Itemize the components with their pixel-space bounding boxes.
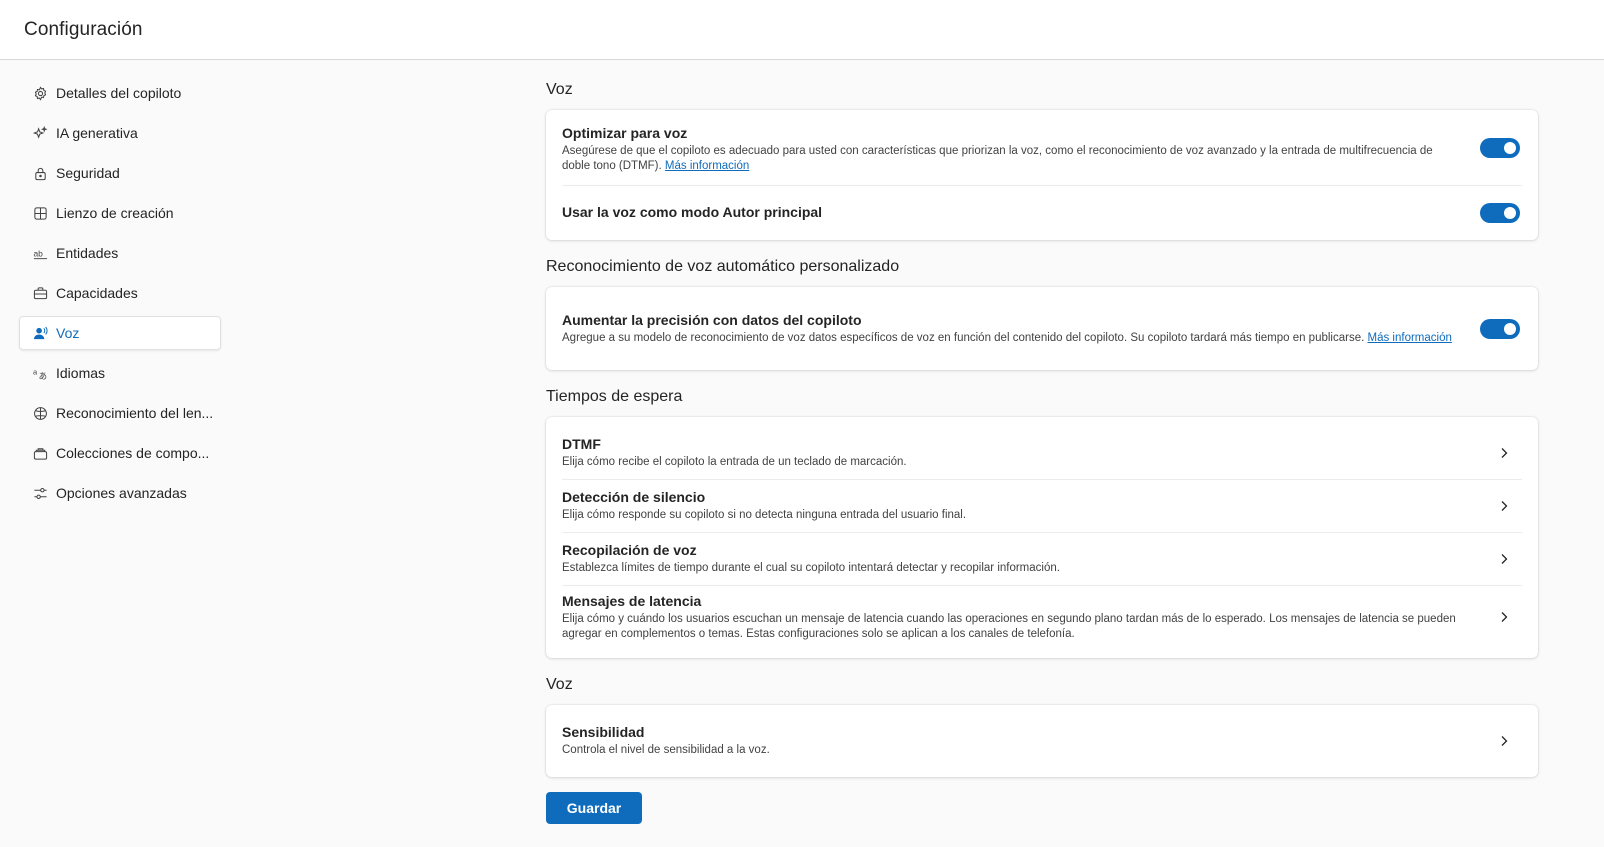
custom-asr-card: Aumentar la precisión con datos del copi… — [546, 287, 1538, 370]
timeout-title: DTMF — [562, 435, 601, 452]
sidebar-item-copilot-details[interactable]: Detalles del copiloto — [19, 76, 221, 110]
settings-sidebar: Detalles del copiloto IA generativa Segu… — [19, 76, 221, 516]
ab-icon: ab — [32, 245, 48, 261]
sidebar-item-label: Seguridad — [56, 165, 120, 181]
sidebar-item-capabilities[interactable]: Capacidades — [19, 276, 221, 310]
sidebar-item-label: Idiomas — [56, 365, 106, 381]
timeouts-card: DTMF Elija cómo recibe el copiloto la en… — [546, 417, 1538, 658]
brain-icon — [32, 405, 48, 421]
sidebar-item-language-recognition[interactable]: Reconocimiento del len... — [19, 396, 221, 430]
svg-text:ab: ab — [33, 248, 43, 258]
learn-more-link[interactable]: Más información — [665, 160, 749, 172]
sidebar-item-label: Detalles del copiloto — [56, 85, 182, 101]
sensitivity-desc: Controla el nivel de sensibilidad a la v… — [562, 744, 770, 756]
save-button[interactable]: Guardar — [546, 792, 642, 824]
page-title: Configuración — [24, 19, 143, 40]
sidebar-item-advanced-options[interactable]: Opciones avanzadas — [19, 476, 221, 510]
settings-main: Voz Optimizar para voz Asegúrese de que … — [546, 80, 1538, 824]
sensitivity-card: Sensibilidad Controla el nivel de sensib… — [546, 705, 1538, 777]
chevron-right-icon[interactable] — [1494, 549, 1514, 569]
sidebar-item-label: IA generativa — [56, 125, 138, 141]
author-mode-row: Usar la voz como modo Autor principal — [562, 185, 1522, 239]
timeout-row-silence[interactable]: Detección de silencio Elija cómo respond… — [562, 479, 1522, 532]
sliders-icon — [32, 485, 48, 501]
optimize-voice-toggle[interactable] — [1480, 137, 1520, 158]
sidebar-item-security[interactable]: Seguridad — [19, 156, 221, 190]
timeout-row-latency[interactable]: Mensajes de latencia Elija cómo y cuándo… — [562, 585, 1522, 648]
translate-icon: aあ — [32, 365, 48, 381]
timeout-desc: Establezca límites de tiempo durante el … — [562, 562, 1060, 574]
sidebar-item-label: Lienzo de creación — [56, 205, 174, 221]
gear-icon — [32, 85, 48, 101]
author-mode-toggle[interactable] — [1480, 202, 1520, 223]
sensitivity-title: Sensibilidad — [562, 724, 645, 740]
chevron-right-icon[interactable] — [1494, 443, 1514, 463]
collection-icon — [32, 445, 48, 461]
person-voice-icon — [32, 325, 48, 341]
timeout-title: Recopilación de voz — [562, 542, 697, 558]
timeout-row-dtmf[interactable]: DTMF Elija cómo recibe el copiloto la en… — [562, 426, 1522, 479]
section-title-custom-asr: Reconocimiento de voz automático persona… — [546, 258, 900, 275]
precision-toggle[interactable] — [1480, 318, 1520, 339]
timeout-desc: Elija cómo recibe el copiloto la entrada… — [562, 455, 907, 468]
chevron-right-icon[interactable] — [1494, 731, 1514, 751]
sidebar-item-label: Capacidades — [56, 285, 138, 301]
chevron-right-icon[interactable] — [1494, 607, 1514, 627]
timeout-title: Detección de silencio — [562, 489, 706, 505]
sparkle-icon — [32, 125, 48, 141]
optimize-voice-title: Optimizar para voz — [562, 125, 688, 141]
chevron-right-icon[interactable] — [1494, 496, 1514, 516]
sensitivity-row[interactable]: Sensibilidad Controla el nivel de sensib… — [562, 705, 1522, 777]
precision-title: Aumentar la precisión con datos del copi… — [562, 311, 862, 328]
sidebar-item-label: Voz — [56, 325, 80, 341]
optimize-voice-row: Optimizar para voz Asegúrese de que el c… — [562, 110, 1522, 185]
section-title-voice: Voz — [546, 81, 573, 98]
grid-icon — [32, 205, 48, 221]
page-header: Configuración — [0, 0, 1604, 60]
timeout-row-speech-collection[interactable]: Recopilación de voz Establezca límites d… — [562, 532, 1522, 585]
sidebar-item-label: Reconocimiento del len... — [56, 405, 214, 421]
section-title-timeouts: Tiempos de espera — [546, 388, 683, 405]
sidebar-item-label: Colecciones de compo... — [56, 445, 210, 461]
sidebar-item-languages[interactable]: aあ Idiomas — [19, 356, 221, 390]
sidebar-item-voice[interactable]: Voz — [19, 316, 221, 350]
precision-row: Aumentar la precisión con datos del copi… — [562, 287, 1522, 370]
author-mode-title: Usar la voz como modo Autor principal — [562, 204, 823, 220]
lock-icon — [32, 165, 48, 181]
timeout-desc: Elija cómo responde su copiloto si no de… — [562, 509, 967, 521]
sidebar-item-component-collections[interactable]: Colecciones de compo... — [19, 436, 221, 470]
sidebar-item-generative-ai[interactable]: IA generativa — [19, 116, 221, 150]
sidebar-item-entities[interactable]: ab Entidades — [19, 236, 221, 270]
sidebar-item-label: Opciones avanzadas — [56, 485, 187, 501]
learn-more-link[interactable]: Más información — [1368, 332, 1452, 344]
timeout-desc: Elija cómo y cuándo los usuarios escucha… — [562, 612, 1456, 640]
sidebar-item-authoring-canvas[interactable]: Lienzo de creación — [19, 196, 221, 230]
toggle-knob — [1504, 322, 1516, 335]
section-title-voice-sensitivity: Voz — [546, 676, 573, 693]
timeout-title: Mensajes de latencia — [562, 592, 702, 609]
svg-text:a: a — [33, 367, 38, 376]
svg-text:あ: あ — [38, 371, 46, 381]
optimize-voice-desc: Asegúrese de que el copiloto es adecuado… — [562, 145, 1433, 172]
toggle-knob — [1504, 206, 1516, 219]
toggle-knob — [1504, 141, 1516, 154]
voice-card: Optimizar para voz Asegúrese de que el c… — [546, 110, 1538, 240]
sidebar-item-label: Entidades — [56, 245, 119, 261]
briefcase-icon — [32, 285, 48, 301]
precision-desc: Agregue a su modelo de reconocimiento de… — [562, 331, 1452, 344]
